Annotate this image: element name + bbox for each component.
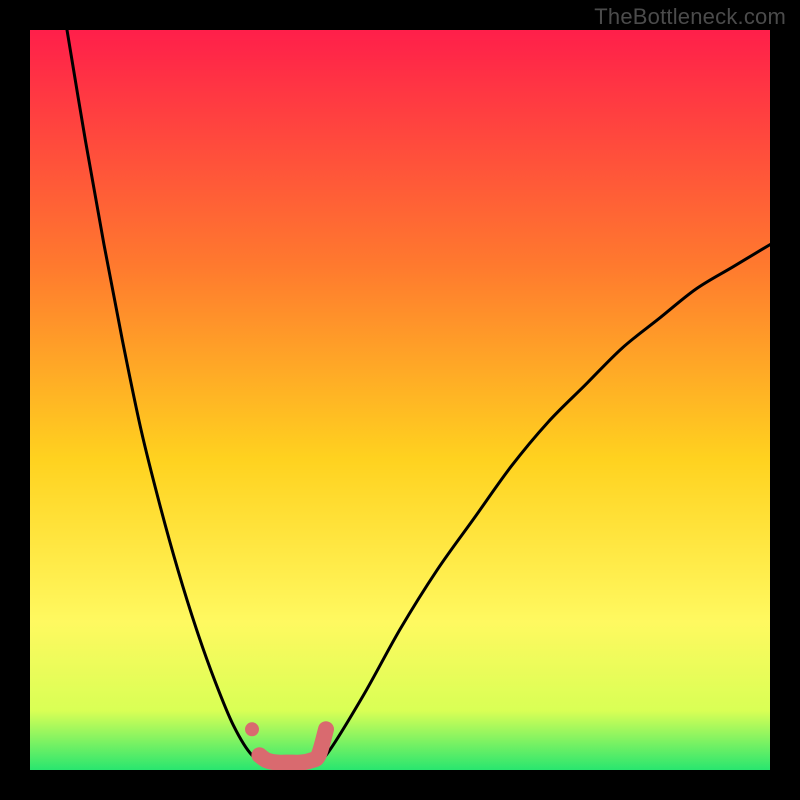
chart-svg — [30, 30, 770, 770]
marker-dot — [245, 722, 259, 736]
gradient-background — [30, 30, 770, 770]
plot-area — [30, 30, 770, 770]
watermark-text: TheBottleneck.com — [594, 4, 786, 30]
chart-frame: TheBottleneck.com — [0, 0, 800, 800]
